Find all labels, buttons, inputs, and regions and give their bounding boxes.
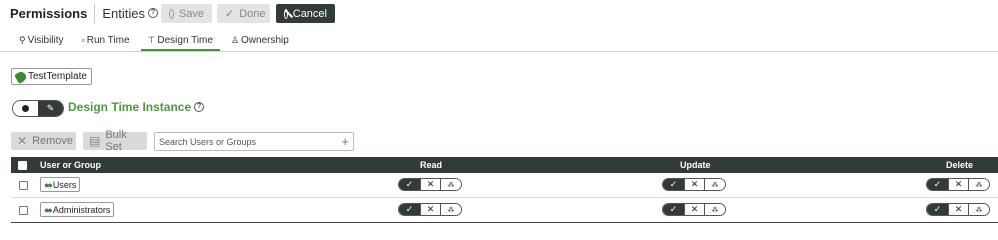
inherit-icon[interactable]: ⁂ <box>969 204 989 215</box>
tab-design-time[interactable]: ⊤ Design Time <box>140 30 221 51</box>
bulk-set-button-label: Bulk Set <box>105 129 127 153</box>
help-icon[interactable]: ? <box>194 102 205 112</box>
allow-check-icon[interactable]: ✓ <box>399 179 420 190</box>
column-header-update: Update <box>680 160 711 170</box>
remove-button-label: Remove <box>32 135 74 147</box>
cancel-button-label: Cancel <box>292 7 327 20</box>
table-bottom-border <box>11 222 998 223</box>
search-box: + <box>154 132 354 151</box>
ownership-icon: ♙ <box>230 34 240 45</box>
users-icon: ●● <box>44 179 53 190</box>
allow-check-icon[interactable]: ✓ <box>927 179 948 190</box>
row-checkbox[interactable] <box>19 206 28 215</box>
search-input[interactable] <box>155 136 335 147</box>
bulk-set-icon: ▤ <box>89 134 101 148</box>
entity-name: Entities <box>102 5 145 21</box>
deny-x-icon[interactable]: ✕ <box>420 204 441 215</box>
done-button[interactable]: ✓ Done <box>217 4 270 23</box>
allow-check-icon[interactable]: ✓ <box>663 179 684 190</box>
group-chip[interactable]: ●● Administrators <box>40 202 115 217</box>
permissions-table: User or Group Read Update Delete ●● User… <box>11 157 998 223</box>
group-name: Users <box>52 179 77 190</box>
table-row: ●● Users ✓ ✕ ⁂ ✓ ✕ ⁂ ✓ ✕ ⁂ <box>11 173 998 198</box>
scope-toggle[interactable]: ✎ <box>12 100 64 117</box>
group-name: Administrators <box>52 204 111 215</box>
dot-icon <box>22 105 29 112</box>
deny-x-icon[interactable]: ✕ <box>420 179 441 190</box>
allow-check-icon[interactable]: ✓ <box>927 204 948 215</box>
table-header: User or Group Read Update Delete <box>11 157 998 173</box>
column-header-delete: Delete <box>946 160 974 170</box>
deny-x-icon[interactable]: ✕ <box>684 179 705 190</box>
circle-icon <box>169 8 174 19</box>
allow-check-icon[interactable]: ✓ <box>399 204 420 215</box>
add-icon[interactable]: + <box>341 133 349 150</box>
inherit-icon[interactable]: ⁂ <box>705 204 725 215</box>
design-time-icon: ⊤ <box>147 34 156 45</box>
inherit-icon[interactable]: ⁂ <box>969 179 989 190</box>
check-icon: ✓ <box>225 8 235 20</box>
page-title: Permissions <box>10 5 88 21</box>
delete-permission-toggle[interactable]: ✓ ✕ ⁂ <box>926 203 990 216</box>
table-row: ●● Administrators ✓ ✕ ⁂ ✓ ✕ ⁂ ✓ ✕ ⁂ <box>11 198 998 223</box>
toggle-option-template[interactable]: ✎ <box>38 101 63 116</box>
select-all-checkbox[interactable] <box>18 161 27 170</box>
delete-permission-toggle[interactable]: ✓ ✕ ⁂ <box>926 178 990 191</box>
tabs-divider <box>0 51 998 52</box>
done-button-label: Done <box>239 7 266 20</box>
tag-icon: ✎ <box>46 103 55 113</box>
tab-bar: ⚲ Visibility ▫ Run Time ⊤ Design Time ♙ … <box>12 30 300 51</box>
column-header-read: Read <box>420 160 443 170</box>
tab-visibility[interactable]: ⚲ Visibility <box>12 30 71 50</box>
section-title: Design Time Instance ? <box>68 100 205 114</box>
inherit-icon[interactable]: ⁂ <box>441 179 461 190</box>
tab-label: Visibility <box>27 34 64 46</box>
deny-x-icon[interactable]: ✕ <box>948 179 969 190</box>
read-permission-toggle[interactable]: ✓ ✕ ⁂ <box>398 203 462 216</box>
tag-icon <box>14 69 28 84</box>
section-title-text: Design Time Instance <box>68 100 192 114</box>
tab-run-time[interactable]: ▫ Run Time <box>75 30 137 50</box>
inherit-icon[interactable]: ⁂ <box>441 204 461 215</box>
tab-label: Design Time <box>157 34 213 46</box>
save-button-label: Save <box>178 7 204 20</box>
group-chip[interactable]: ●● Users <box>40 177 81 192</box>
toggle-option-instance[interactable] <box>13 101 38 116</box>
update-permission-toggle[interactable]: ✓ ✕ ⁂ <box>662 178 726 191</box>
header: Permissions Entities ? * <box>10 2 168 24</box>
save-button[interactable]: Save <box>161 4 212 23</box>
run-time-icon: ▫ <box>81 35 85 45</box>
header-divider <box>94 3 96 23</box>
close-icon: ✕ <box>17 134 28 148</box>
help-icon[interactable]: ? <box>147 8 158 18</box>
read-permission-toggle[interactable]: ✓ ✕ ⁂ <box>398 178 462 191</box>
inherit-icon[interactable]: ⁂ <box>705 179 725 190</box>
bulk-set-button[interactable]: ▤ Bulk Set <box>83 129 147 153</box>
deny-x-icon[interactable]: ✕ <box>948 204 969 215</box>
template-chip[interactable]: TestTemplate <box>11 68 92 85</box>
users-icon: ●● <box>44 204 53 215</box>
cancel-button[interactable]: Cancel <box>276 4 335 23</box>
tab-label: Ownership <box>241 34 289 46</box>
remove-button[interactable]: ✕ Remove <box>11 132 76 150</box>
deny-x-icon[interactable]: ✕ <box>684 204 705 215</box>
visibility-icon: ⚲ <box>19 34 26 45</box>
ban-icon <box>284 8 288 19</box>
row-checkbox[interactable] <box>19 181 28 190</box>
column-header-user-or-group: User or Group <box>40 160 102 170</box>
tab-ownership[interactable]: ♙ Ownership <box>224 30 296 50</box>
allow-check-icon[interactable]: ✓ <box>663 204 684 215</box>
update-permission-toggle[interactable]: ✓ ✕ ⁂ <box>662 203 726 216</box>
tab-label: Run Time <box>86 34 130 46</box>
template-label: TestTemplate <box>28 71 87 82</box>
